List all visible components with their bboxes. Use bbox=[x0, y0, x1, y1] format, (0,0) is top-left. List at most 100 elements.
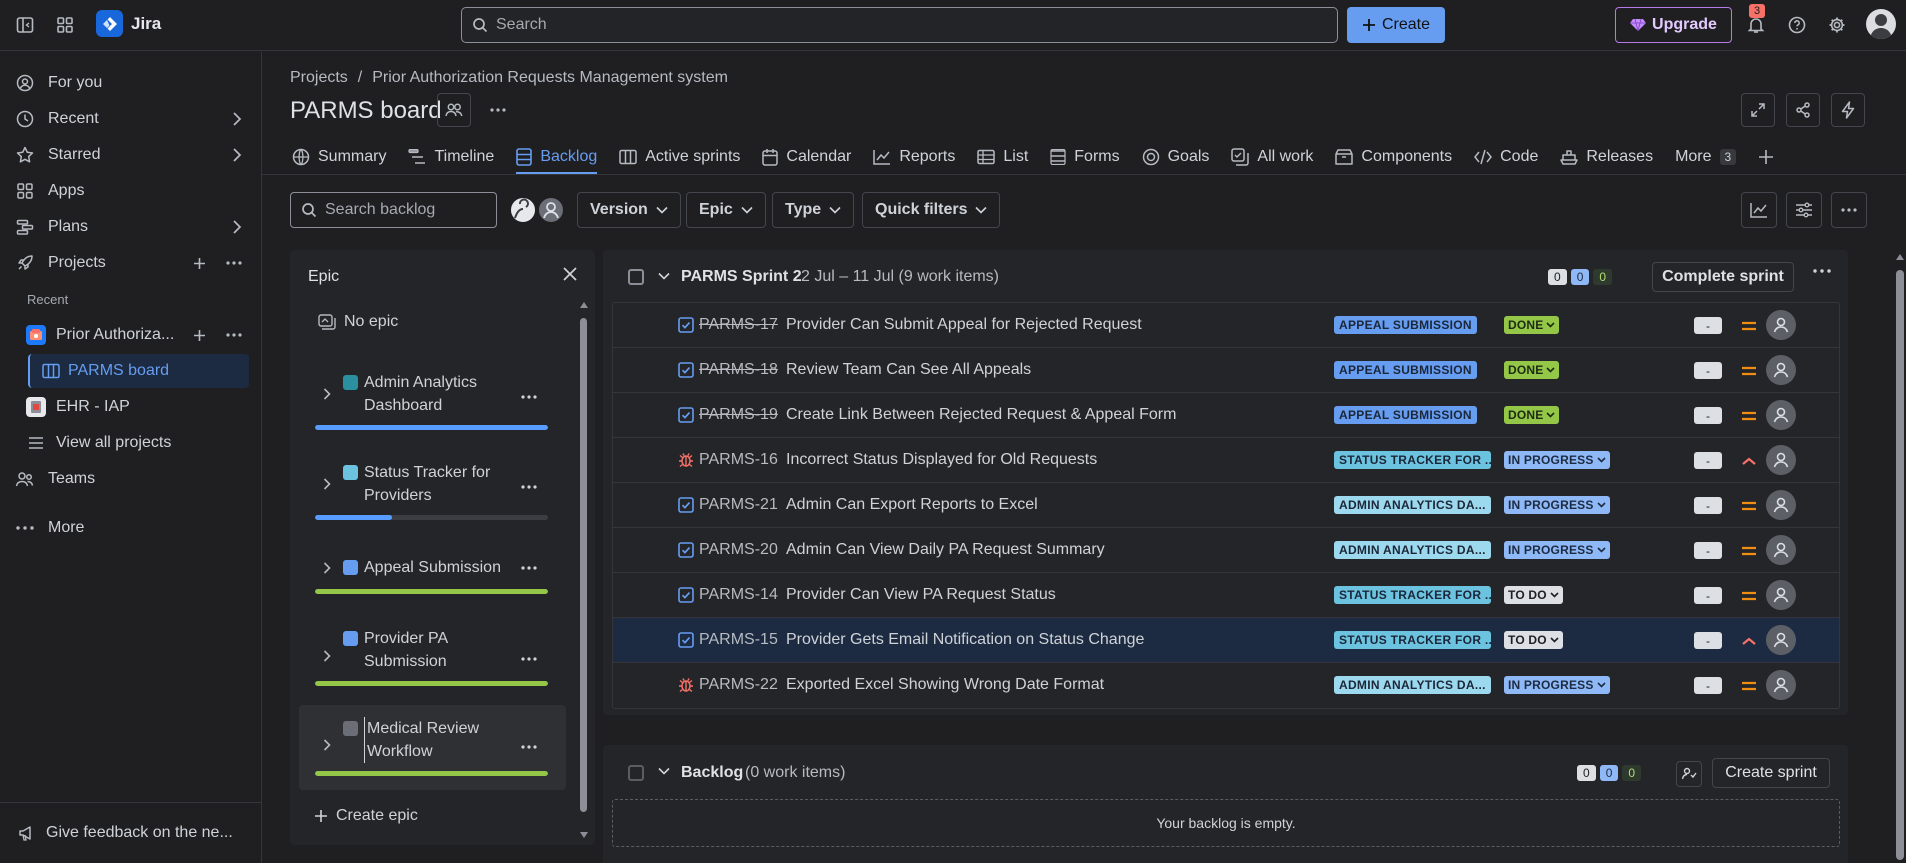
assignee-avatar[interactable] bbox=[1766, 445, 1796, 475]
story-points-estimate[interactable]: - bbox=[1694, 317, 1722, 334]
epic-lozenge[interactable]: APPEAL SUBMISSION bbox=[1334, 316, 1477, 334]
more-horizontal-icon[interactable] bbox=[1813, 269, 1831, 273]
global-search-input[interactable]: Search bbox=[461, 7, 1338, 43]
chevron-right-icon[interactable] bbox=[232, 112, 242, 126]
priority-medium-icon[interactable] bbox=[1741, 680, 1757, 692]
tab-backlog[interactable]: Backlog bbox=[505, 140, 608, 174]
more-horizontal-icon[interactable] bbox=[521, 745, 537, 749]
status-dropdown[interactable]: IN PROGRESS bbox=[1504, 541, 1610, 559]
epic-lozenge[interactable]: APPEAL SUBMISSION bbox=[1334, 406, 1477, 424]
priority-medium-icon[interactable] bbox=[1741, 590, 1757, 602]
backlog-select-checkbox[interactable] bbox=[628, 765, 644, 781]
status-dropdown[interactable]: TO DO bbox=[1504, 631, 1563, 649]
table-row[interactable]: PARMS-19 Create Link Between Rejected Req… bbox=[613, 393, 1839, 438]
story-points-estimate[interactable]: - bbox=[1694, 677, 1722, 694]
story-points-estimate[interactable]: - bbox=[1694, 497, 1722, 514]
sidebar-project-prior-authorization[interactable]: Prior Authoriza... bbox=[0, 318, 262, 352]
app-switcher-icon[interactable] bbox=[50, 10, 80, 40]
tab-code[interactable]: Code bbox=[1463, 140, 1549, 174]
automation-lightning-icon[interactable] bbox=[1831, 93, 1865, 127]
story-points-estimate[interactable]: - bbox=[1694, 542, 1722, 559]
insights-icon[interactable] bbox=[1741, 192, 1777, 228]
create-sprint-button[interactable]: Create sprint bbox=[1712, 758, 1830, 788]
chevron-down-icon[interactable] bbox=[658, 272, 670, 280]
status-dropdown[interactable]: DONE bbox=[1504, 406, 1560, 424]
version-filter-dropdown[interactable]: Version bbox=[577, 192, 681, 228]
issue-key[interactable]: PARMS-19 bbox=[699, 406, 778, 424]
sidebar-project-ehr-iap[interactable]: EHR - IAP bbox=[0, 390, 262, 424]
assignee-avatar[interactable] bbox=[1766, 490, 1796, 520]
issue-summary[interactable]: Provider Can Submit Appeal for Rejected … bbox=[786, 316, 1142, 334]
story-points-estimate[interactable]: - bbox=[1694, 632, 1722, 649]
issue-key[interactable]: PARMS-21 bbox=[699, 496, 778, 514]
story-points-estimate[interactable]: - bbox=[1694, 587, 1722, 604]
scrollbar-thumb[interactable] bbox=[580, 318, 587, 812]
more-horizontal-icon[interactable] bbox=[226, 333, 242, 337]
quick-filters-dropdown[interactable]: Quick filters bbox=[862, 192, 1001, 228]
sidebar-item-view-all-projects[interactable]: View all projects bbox=[0, 426, 262, 460]
epic-lozenge[interactable]: APPEAL SUBMISSION bbox=[1334, 361, 1477, 379]
issue-summary[interactable]: Review Team Can See All Appeals bbox=[786, 361, 1031, 379]
issue-key[interactable]: PARMS-16 bbox=[699, 451, 778, 469]
epic-card[interactable]: Admin Analytics Dashboard bbox=[299, 358, 566, 438]
issue-key[interactable]: PARMS-20 bbox=[699, 541, 778, 559]
status-dropdown[interactable]: IN PROGRESS bbox=[1504, 676, 1610, 694]
give-feedback-button[interactable]: Give feedback on the ne... bbox=[0, 802, 262, 862]
upgrade-button[interactable]: Upgrade bbox=[1615, 7, 1732, 43]
table-row[interactable]: PARMS-15 Provider Gets Email Notification… bbox=[613, 618, 1839, 663]
assignee-avatar[interactable] bbox=[1766, 535, 1796, 565]
view-settings-icon[interactable] bbox=[1786, 192, 1822, 228]
chevron-right-icon[interactable] bbox=[232, 148, 242, 162]
sidebar-item-for-you[interactable]: For you bbox=[0, 66, 262, 100]
epic-card[interactable]: Provider PA Submission bbox=[299, 620, 566, 700]
priority-high-icon[interactable] bbox=[1741, 455, 1757, 467]
tab-forms[interactable]: Forms bbox=[1039, 140, 1130, 174]
table-row[interactable]: PARMS-16 Incorrect Status Displayed for O… bbox=[613, 438, 1839, 483]
table-row[interactable]: PARMS-14 Provider Can View PA Request Sta… bbox=[613, 573, 1839, 618]
issue-key[interactable]: PARMS-18 bbox=[699, 361, 778, 379]
no-epic-filter[interactable]: No epic bbox=[318, 313, 398, 331]
issue-key[interactable]: PARMS-14 bbox=[699, 586, 778, 604]
plus-icon[interactable] bbox=[193, 329, 206, 342]
epic-card[interactable]: Status Tracker for Providers bbox=[299, 448, 566, 528]
more-horizontal-icon[interactable] bbox=[521, 395, 537, 399]
tab-active-sprints[interactable]: Active sprints bbox=[608, 140, 751, 174]
sidebar-item-apps[interactable]: Apps bbox=[0, 174, 262, 208]
table-row[interactable]: PARMS-22 Exported Excel Showing Wrong Dat… bbox=[613, 663, 1839, 708]
assignee-avatar[interactable] bbox=[1766, 400, 1796, 430]
table-row[interactable]: PARMS-18 Review Team Can See All Appeals A… bbox=[613, 348, 1839, 393]
chevron-right-icon[interactable] bbox=[323, 478, 331, 490]
plus-icon[interactable] bbox=[193, 257, 206, 270]
epic-panel-scrollbar[interactable] bbox=[578, 300, 588, 840]
priority-medium-icon[interactable] bbox=[1741, 320, 1757, 332]
tab-reports[interactable]: Reports bbox=[862, 140, 966, 174]
tab-timeline[interactable]: Timeline bbox=[397, 140, 505, 174]
epic-card-selected[interactable]: Medical Review Workflow bbox=[299, 705, 566, 790]
sidebar-item-starred[interactable]: Starred bbox=[0, 138, 262, 172]
create-button[interactable]: Create bbox=[1347, 7, 1445, 43]
chevron-right-icon[interactable] bbox=[232, 220, 242, 234]
sprint-select-checkbox[interactable] bbox=[628, 269, 644, 285]
priority-medium-icon[interactable] bbox=[1741, 410, 1757, 422]
sidebar-item-plans[interactable]: Plans bbox=[0, 210, 262, 244]
chevron-right-icon[interactable] bbox=[323, 650, 331, 662]
more-horizontal-icon[interactable] bbox=[521, 566, 537, 570]
epic-lozenge[interactable]: ADMIN ANALYTICS DA... bbox=[1334, 541, 1491, 559]
assignee-avatar[interactable] bbox=[1766, 670, 1796, 700]
search-backlog-input[interactable]: Search backlog bbox=[290, 192, 497, 228]
status-dropdown[interactable]: DONE bbox=[1504, 316, 1560, 334]
epic-card[interactable]: Appeal Submission bbox=[299, 550, 566, 600]
share-icon[interactable] bbox=[1786, 93, 1820, 127]
issue-key[interactable]: PARMS-22 bbox=[699, 676, 778, 694]
issue-key[interactable]: PARMS-17 bbox=[699, 316, 778, 334]
more-horizontal-icon[interactable] bbox=[481, 93, 515, 127]
status-dropdown[interactable]: DONE bbox=[1504, 361, 1560, 379]
priority-high-icon[interactable] bbox=[1741, 635, 1757, 647]
tab-components[interactable]: Components bbox=[1324, 140, 1463, 174]
assignee-avatar[interactable] bbox=[1766, 355, 1796, 385]
expand-icon[interactable] bbox=[1741, 93, 1775, 127]
priority-medium-icon[interactable] bbox=[1741, 365, 1757, 377]
issue-summary[interactable]: Incorrect Status Displayed for Old Reque… bbox=[786, 451, 1097, 469]
more-horizontal-icon[interactable] bbox=[521, 657, 537, 661]
epic-lozenge[interactable]: ADMIN ANALYTICS DA... bbox=[1334, 496, 1491, 514]
